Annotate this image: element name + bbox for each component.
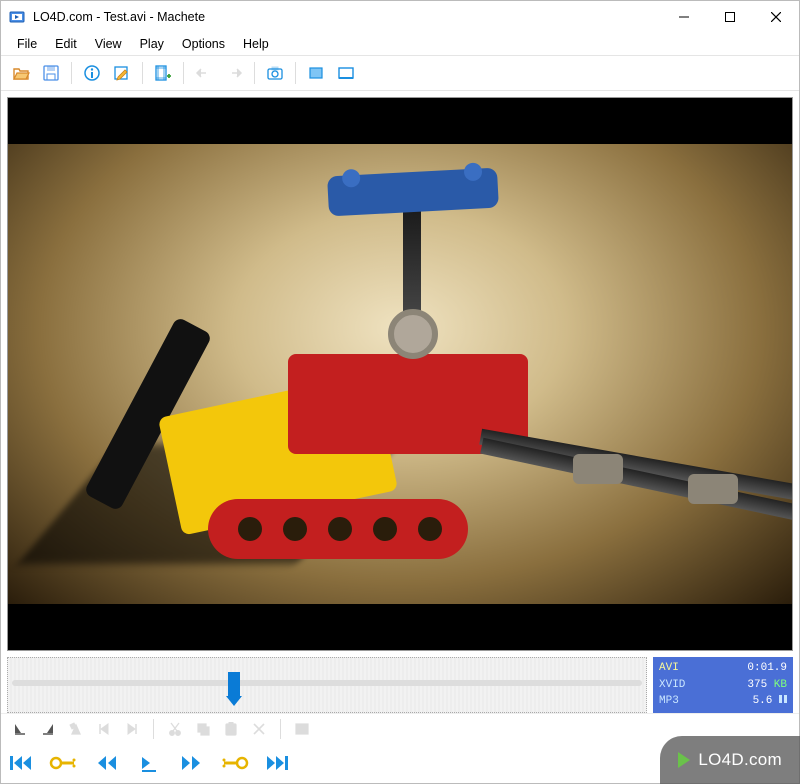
status-video-bitrate: 375 — [747, 679, 767, 691]
window-controls — [661, 1, 799, 33]
status-video-unit: KB — [774, 679, 787, 691]
redo-button[interactable] — [220, 59, 248, 87]
paste-button[interactable] — [218, 717, 244, 741]
toolbar-separator — [71, 62, 72, 84]
fit-icon — [307, 64, 325, 82]
main-toolbar — [1, 55, 799, 91]
skip-end-icon — [265, 753, 289, 773]
pause-icon — [779, 695, 787, 703]
paste-icon — [223, 721, 239, 737]
watermark-text: LO4D.com — [698, 750, 782, 770]
step-back-button[interactable] — [93, 749, 121, 777]
menubar: File Edit View Play Options Help — [1, 33, 799, 55]
goto-sel-start-icon — [96, 721, 112, 737]
status-time: 0:01.9 — [747, 661, 787, 676]
add-stream-button[interactable] — [149, 59, 177, 87]
video-viewport[interactable] — [7, 97, 793, 651]
set-sel-end-button[interactable] — [35, 717, 61, 741]
window-title: LO4D.com - Test.avi - Machete — [33, 10, 205, 24]
timeline-track — [12, 680, 642, 686]
set-sel-start-button[interactable] — [7, 717, 33, 741]
info-icon — [83, 64, 101, 82]
prev-keyframe-icon — [49, 753, 79, 773]
app-window: LO4D.com - Test.avi - Machete File Edit … — [0, 0, 800, 784]
list-icon — [294, 721, 310, 737]
menu-options[interactable]: Options — [174, 35, 233, 53]
selection-end-icon — [40, 721, 56, 737]
watermark-play-icon — [678, 752, 690, 768]
undo-icon — [195, 64, 213, 82]
skip-begin-button[interactable] — [7, 749, 35, 777]
titlebar: LO4D.com - Test.avi - Machete — [1, 1, 799, 33]
close-button[interactable] — [753, 1, 799, 33]
goto-sel-end-button[interactable] — [119, 717, 145, 741]
app-icon — [9, 9, 25, 25]
goto-sel-end-icon — [124, 721, 140, 737]
cut-button[interactable] — [162, 717, 188, 741]
edit-separator — [153, 719, 154, 739]
step-forward-icon — [180, 753, 202, 773]
menu-view[interactable]: View — [87, 35, 130, 53]
delete-icon — [251, 721, 267, 737]
status-panel: AVI 0:01.9 XVID 375 KB MP3 5.6 — [653, 657, 793, 713]
clear-selection-button[interactable] — [63, 717, 89, 741]
undo-button[interactable] — [190, 59, 218, 87]
toolbar-separator — [142, 62, 143, 84]
skip-begin-icon — [9, 753, 33, 773]
fit-window-button[interactable] — [302, 59, 330, 87]
copy-icon — [195, 721, 211, 737]
watermark: LO4D.com — [660, 736, 800, 784]
next-keyframe-icon — [219, 753, 249, 773]
delete-button[interactable] — [246, 717, 272, 741]
status-audio-bitrate: 5.6 — [753, 695, 773, 707]
menu-edit[interactable]: Edit — [47, 35, 85, 53]
redo-icon — [225, 64, 243, 82]
step-forward-button[interactable] — [177, 749, 205, 777]
open-icon — [12, 64, 30, 82]
status-video-codec: XVID — [659, 678, 685, 693]
info-button[interactable] — [78, 59, 106, 87]
menu-help[interactable]: Help — [235, 35, 277, 53]
goto-sel-start-button[interactable] — [91, 717, 117, 741]
selection-start-icon — [12, 721, 28, 737]
maximize-button[interactable] — [707, 1, 753, 33]
toolbar-separator — [295, 62, 296, 84]
play-pause-icon — [139, 753, 159, 773]
save-button[interactable] — [37, 59, 65, 87]
minimize-button[interactable] — [661, 1, 707, 33]
fullscreen-icon — [337, 64, 355, 82]
video-frame — [8, 144, 792, 604]
snapshot-icon — [266, 64, 284, 82]
step-back-icon — [96, 753, 118, 773]
clear-selection-icon — [68, 721, 84, 737]
status-container: AVI — [659, 661, 679, 676]
add-stream-icon — [154, 64, 172, 82]
menu-file[interactable]: File — [9, 35, 45, 53]
playhead[interactable] — [228, 672, 240, 698]
edit-tags-icon — [113, 64, 131, 82]
timeline[interactable] — [7, 657, 647, 713]
prev-keyframe-button[interactable] — [49, 749, 79, 777]
snapshot-button[interactable] — [261, 59, 289, 87]
toolbar-separator — [183, 62, 184, 84]
status-audio-codec: MP3 — [659, 694, 679, 709]
toolbar-separator — [254, 62, 255, 84]
fullscreen-button[interactable] — [332, 59, 360, 87]
status-row: AVI 0:01.9 XVID 375 KB MP3 5.6 — [1, 657, 799, 713]
save-icon — [42, 64, 60, 82]
copy-button[interactable] — [190, 717, 216, 741]
list-button[interactable] — [289, 717, 315, 741]
open-button[interactable] — [7, 59, 35, 87]
edit-separator — [280, 719, 281, 739]
skip-end-button[interactable] — [263, 749, 291, 777]
edit-tags-button[interactable] — [108, 59, 136, 87]
cut-icon — [167, 721, 183, 737]
menu-play[interactable]: Play — [132, 35, 172, 53]
next-keyframe-button[interactable] — [219, 749, 249, 777]
play-pause-button[interactable] — [135, 749, 163, 777]
